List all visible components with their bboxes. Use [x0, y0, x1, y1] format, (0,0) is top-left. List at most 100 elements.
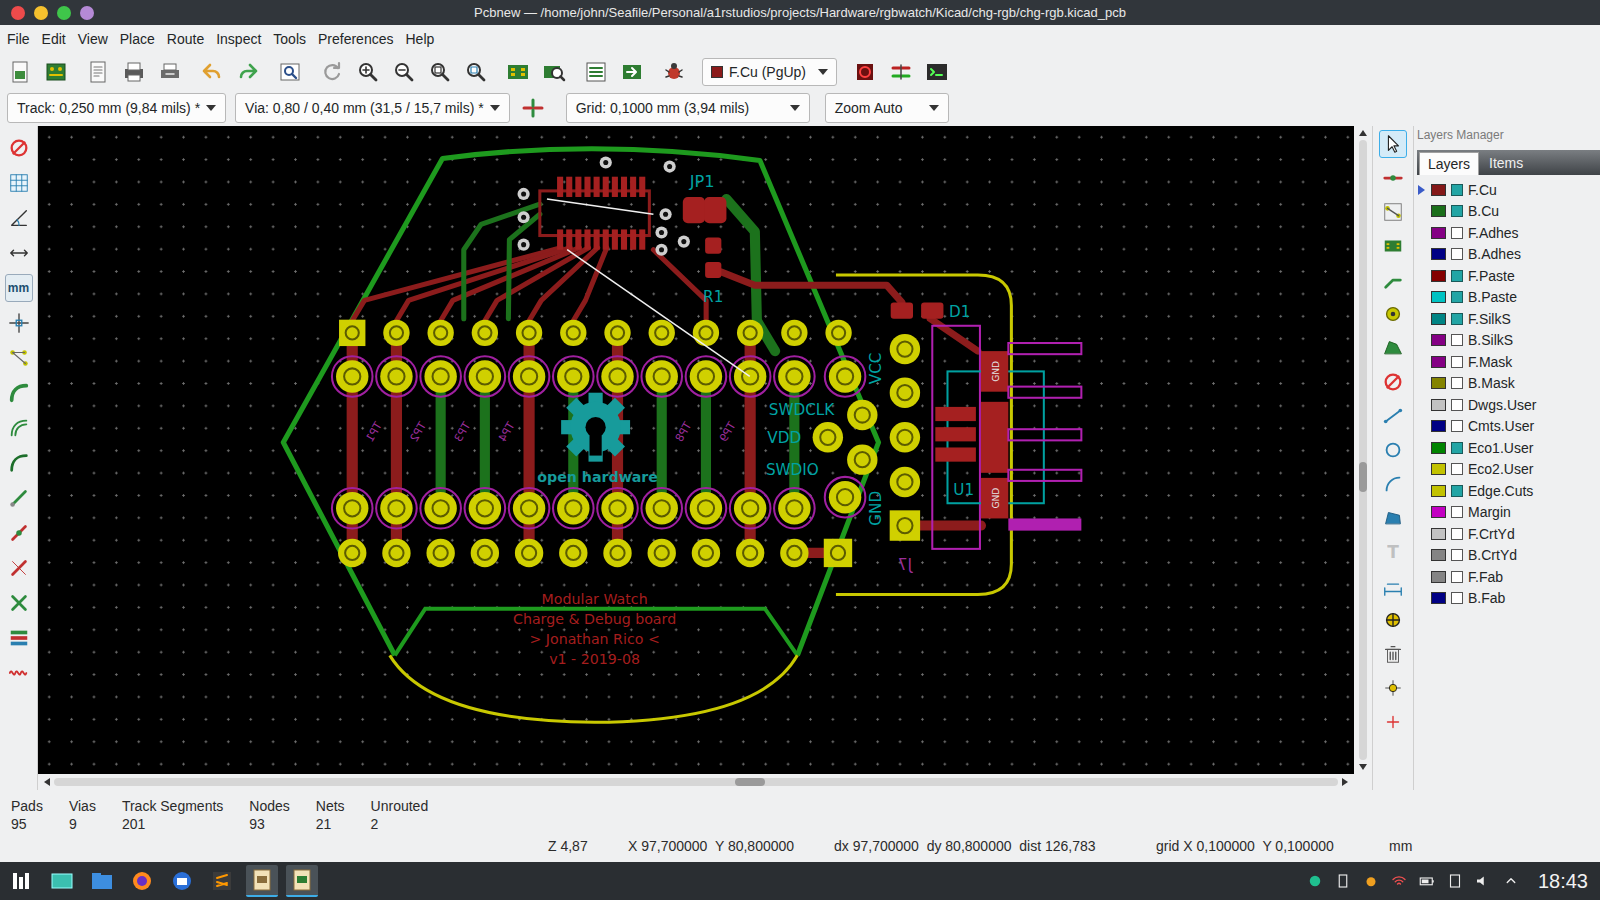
- layer-color-swatch[interactable]: [1431, 420, 1446, 432]
- scroll-track[interactable]: [1359, 140, 1367, 760]
- add-circle-button[interactable]: [1379, 436, 1407, 464]
- round-pad[interactable]: [890, 422, 920, 452]
- round-pad[interactable]: [847, 400, 877, 430]
- layer-row[interactable]: B.Mask: [1417, 373, 1600, 395]
- via[interactable]: [600, 156, 612, 168]
- round-pad[interactable]: [380, 360, 412, 392]
- round-pad[interactable]: [557, 360, 589, 392]
- layer-visibility-checkbox[interactable]: [1451, 291, 1463, 303]
- menu-item[interactable]: Help: [399, 28, 440, 50]
- r1-pad[interactable]: [705, 238, 721, 254]
- via[interactable]: [518, 211, 530, 223]
- track-fill-button[interactable]: [5, 379, 33, 407]
- horizontal-scrollbar[interactable]: [38, 774, 1354, 790]
- layer-color-swatch[interactable]: [1431, 463, 1446, 475]
- scroll-thumb[interactable]: [735, 778, 765, 786]
- ic-pad[interactable]: [612, 229, 618, 249]
- round-pad[interactable]: [513, 492, 545, 524]
- pad-sketch-button[interactable]: [5, 484, 33, 512]
- round-pad[interactable]: [734, 360, 766, 392]
- place-origin-button[interactable]: [1379, 606, 1407, 634]
- layer-color-swatch[interactable]: [1431, 592, 1446, 604]
- round-pad[interactable]: [645, 360, 677, 392]
- round-pad[interactable]: [601, 360, 633, 392]
- layer-color-swatch[interactable]: [1431, 571, 1446, 583]
- track-outline-button[interactable]: [5, 414, 33, 442]
- layer-row[interactable]: F.Cu: [1417, 179, 1600, 201]
- layer-visibility-checkbox[interactable]: [1451, 270, 1463, 282]
- ic-pad[interactable]: [566, 177, 572, 197]
- vertical-scrollbar[interactable]: [1354, 126, 1372, 790]
- layer-color-swatch[interactable]: [1431, 356, 1446, 368]
- d1-pad[interactable]: [891, 302, 913, 318]
- track[interactable]: [573, 248, 606, 321]
- high-contrast-button[interactable]: [5, 659, 33, 687]
- round-pad[interactable]: [560, 320, 586, 346]
- grid-button[interactable]: [5, 169, 33, 197]
- scroll-thumb[interactable]: [1359, 462, 1367, 492]
- pcb-drawing[interactable]: TP1TP2TP3TP4TP8TP9JP1R1D1U1SWDCLKVDDSWDI…: [38, 126, 1354, 774]
- undo-button[interactable]: [198, 58, 226, 86]
- round-pad[interactable]: [781, 320, 807, 346]
- zoom-out-button[interactable]: [390, 58, 418, 86]
- ic-pad[interactable]: [621, 229, 627, 249]
- scripting-bug-button[interactable]: [660, 58, 688, 86]
- redo-button[interactable]: [234, 58, 262, 86]
- tray-status-tray-button[interactable]: [1304, 870, 1326, 892]
- layer-color-swatch[interactable]: [1431, 506, 1446, 518]
- layer-row[interactable]: F.Adhes: [1417, 222, 1600, 244]
- via[interactable]: [655, 244, 667, 256]
- layer-visibility-checkbox[interactable]: [1451, 442, 1463, 454]
- layer-visibility-checkbox[interactable]: [1451, 506, 1463, 518]
- round-pad[interactable]: [648, 539, 676, 567]
- add-via-button[interactable]: [1379, 300, 1407, 328]
- refresh-button[interactable]: [318, 58, 346, 86]
- layer-color-swatch[interactable]: [1431, 205, 1446, 217]
- r1-pad[interactable]: [705, 262, 721, 278]
- inch-units-button[interactable]: [5, 239, 33, 267]
- track[interactable]: [529, 248, 598, 321]
- ic-pad[interactable]: [630, 229, 636, 249]
- layer-row[interactable]: F.Mask: [1417, 351, 1600, 373]
- network-tray-button[interactable]: [1388, 870, 1410, 892]
- jp1-pad[interactable]: [704, 197, 726, 223]
- python-console-button[interactable]: [923, 58, 951, 86]
- layer-row[interactable]: Eco1.User: [1417, 437, 1600, 459]
- round-pad[interactable]: [890, 377, 920, 407]
- layer-color-swatch[interactable]: [1431, 442, 1446, 454]
- ic-pad[interactable]: [621, 177, 627, 197]
- round-pad[interactable]: [645, 492, 677, 524]
- round-pad[interactable]: [649, 320, 675, 346]
- square-pad[interactable]: [339, 320, 365, 346]
- print-button[interactable]: [120, 58, 148, 86]
- layer-pair-button[interactable]: [887, 58, 915, 86]
- window-button[interactable]: [57, 6, 71, 20]
- scroll-track[interactable]: [54, 778, 1338, 786]
- firefox-task[interactable]: [126, 865, 158, 897]
- layer-visibility-checkbox[interactable]: [1451, 485, 1463, 497]
- ic-pad[interactable]: [639, 177, 645, 197]
- round-pad[interactable]: [736, 539, 764, 567]
- netlist-button[interactable]: [582, 58, 610, 86]
- cursor-shape-button[interactable]: [5, 309, 33, 337]
- layer-visibility-checkbox[interactable]: [1451, 248, 1463, 260]
- layer-color-swatch[interactable]: [1431, 377, 1446, 389]
- ic-pad[interactable]: [584, 229, 590, 249]
- round-pad[interactable]: [513, 360, 545, 392]
- round-pad[interactable]: [813, 422, 843, 452]
- track[interactable]: [721, 272, 902, 302]
- layer-row[interactable]: B.Cu: [1417, 201, 1600, 223]
- scroll-left-icon[interactable]: [44, 778, 50, 786]
- menu-item[interactable]: Route: [161, 28, 210, 50]
- round-pad[interactable]: [778, 360, 810, 392]
- zone-outline-button[interactable]: [5, 589, 33, 617]
- tab[interactable]: Layers: [1419, 152, 1479, 175]
- via[interactable]: [655, 226, 667, 238]
- layer-color-swatch[interactable]: [1431, 485, 1446, 497]
- tray-expand-tray-button[interactable]: [1500, 870, 1522, 892]
- drc-off-button[interactable]: [5, 134, 33, 162]
- layer-row[interactable]: Edge.Cuts: [1417, 480, 1600, 502]
- menu-item[interactable]: View: [72, 28, 114, 50]
- zoom-dropdown[interactable]: Zoom Auto: [825, 93, 949, 123]
- update-pcb-button[interactable]: [618, 58, 646, 86]
